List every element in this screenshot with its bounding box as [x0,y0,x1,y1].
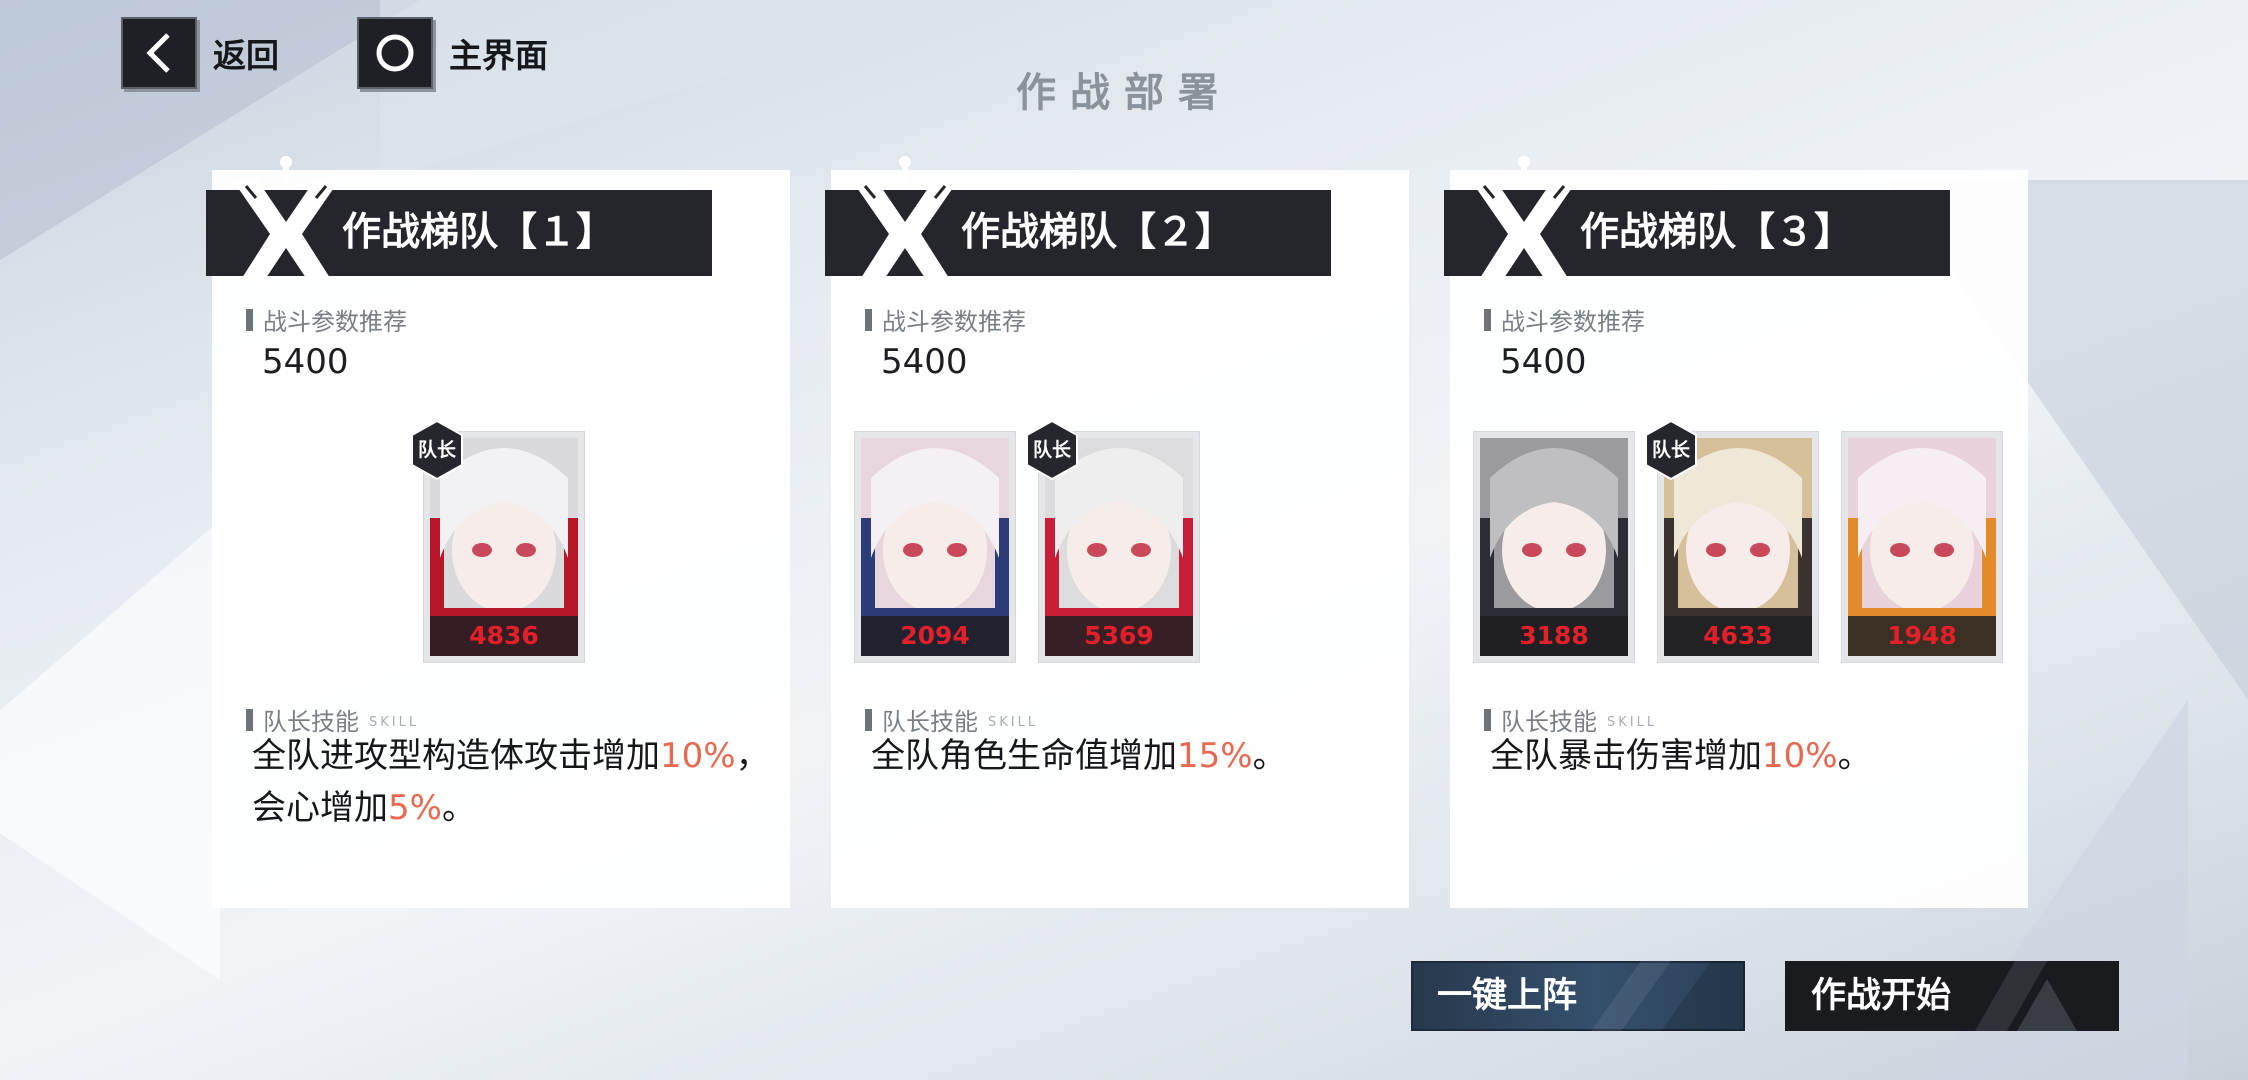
member-card[interactable]: 4836 队长 [411,420,584,662]
recommended-power-value: 5400 [881,342,968,382]
team-members: 3188 4633 队长 1948 [1450,420,2028,662]
member-power: 4633 [1664,616,1812,656]
leader-skill-description: 全队角色生命值增加15%。 [871,736,1287,776]
start-battle-label: 作战开始 [1811,976,1952,1016]
auto-deploy-label: 一键上阵 [1437,976,1578,1016]
member-card[interactable]: 2094 [855,432,1015,662]
leader-badge: 队长 [410,420,464,480]
crossed-swords-emblem-icon [226,152,346,292]
leader-skill-description: 全队暴击伤害增加10%。 [1490,736,1872,776]
member-card[interactable]: 1948 [1842,432,2002,662]
team-members: 4836 队长 [212,420,790,662]
recommended-power-value: 5400 [1500,342,1587,382]
team-card[interactable]: 作战梯队【１】 战斗参数推荐 5400 4836 队长 队长技能 SKILL 全队进攻型构造体… [206,156,790,908]
team-card[interactable]: 作战梯队【３】 战斗参数推荐 5400 3188 4633 队长 1948 队长技能 SKILL… [1444,156,2028,908]
recommended-power-value: 5400 [262,342,349,382]
member-card[interactable]: 5369 队长 [1026,420,1199,662]
member-power: 5369 [1045,616,1193,656]
member-power: 1948 [1848,616,1996,656]
recommended-power-label: 战斗参数推荐 [246,302,407,337]
leader-badge: 队长 [1644,420,1698,480]
team-title: 作战梯队【２】 [961,210,1235,255]
auto-deploy-button[interactable]: 一键上阵 [1411,961,1745,1031]
start-battle-button[interactable]: 作战开始 [1785,961,2119,1031]
team-title: 作战梯队【１】 [342,210,616,255]
leader-skill-description: 全队进攻型构造体攻击增加10%，会心增加5%。 [252,736,770,828]
member-power: 4836 [430,616,578,656]
page-title: 作战部署 [1016,70,1232,116]
crossed-swords-emblem-icon [1464,152,1584,292]
leader-badge: 队长 [1025,420,1079,480]
recommended-power-label: 战斗参数推荐 [1484,302,1645,337]
recommended-power-label: 战斗参数推荐 [865,302,1026,337]
team-title: 作战梯队【３】 [1580,210,1854,255]
member-power: 2094 [861,616,1009,656]
team-card[interactable]: 作战梯队【２】 战斗参数推荐 5400 2094 5369 队长 队长技能 SKILL 全队角色… [825,156,1409,908]
member-card[interactable]: 4633 队长 [1645,420,1818,662]
crossed-swords-emblem-icon [845,152,965,292]
team-members: 2094 5369 队长 [831,420,1409,662]
member-card[interactable]: 3188 [1474,432,1634,662]
background-shape [0,520,220,980]
member-power: 3188 [1480,616,1628,656]
